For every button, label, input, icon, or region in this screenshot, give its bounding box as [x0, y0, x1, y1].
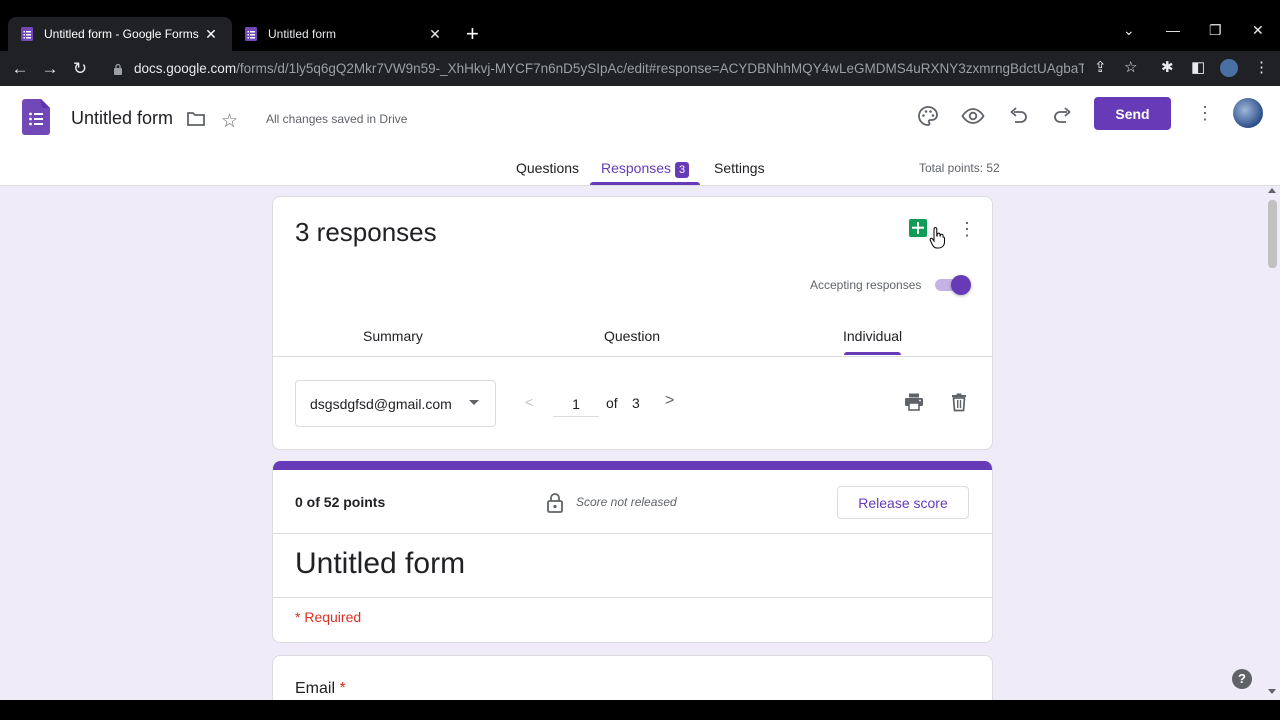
new-tab-button[interactable]: + — [466, 23, 479, 45]
responses-count-badge: 3 — [675, 162, 690, 178]
scroll-down-arrow-icon[interactable] — [1268, 689, 1276, 694]
active-subtab-indicator — [844, 352, 901, 355]
question-label: Email * — [295, 680, 346, 698]
response-page-input[interactable]: 1 — [553, 391, 599, 417]
url-path: /forms/d/1ly5q6gQ2Mkr7VW9n59-_XhHkvj-MYC… — [236, 61, 1084, 76]
theme-accent-bar — [273, 461, 992, 470]
page-total: 3 — [632, 395, 640, 411]
respondent-select[interactable]: dsgsdgfsd@gmail.com — [295, 380, 496, 427]
lock-icon — [114, 63, 122, 75]
browser-menu-icon[interactable]: ⋮ — [1254, 58, 1269, 76]
required-asterisk: * — [339, 680, 346, 697]
responses-count-title: 3 responses — [295, 217, 437, 247]
document-title[interactable]: Untitled form — [71, 108, 173, 129]
lock-icon — [547, 493, 563, 513]
google-forms-logo-icon[interactable] — [22, 99, 50, 135]
response-score-card: 0 of 52 points Score not released Releas… — [272, 461, 993, 643]
release-score-button[interactable]: Release score — [837, 486, 969, 519]
google-forms-favicon-icon — [21, 27, 33, 41]
send-button[interactable]: Send — [1094, 97, 1171, 130]
hand-cursor-icon — [929, 227, 945, 249]
subtab-question[interactable]: Question — [604, 328, 660, 344]
browser-tab-bar: Untitled form - Google Forms ✕ Untitled … — [0, 0, 1280, 51]
preview-eye-icon[interactable] — [961, 104, 985, 128]
form-title: Untitled form — [295, 547, 466, 580]
forward-arrow-icon[interactable]: → — [40, 59, 60, 79]
address-bar[interactable]: docs.google.com/forms/d/1ly5q6gQ2Mkr7VW9… — [100, 54, 1146, 83]
google-forms-favicon-icon — [245, 27, 257, 41]
tab-responses[interactable]: Responses 3 — [601, 160, 690, 178]
minimize-button[interactable]: — — [1166, 22, 1180, 38]
print-icon[interactable] — [904, 392, 924, 412]
tab-questions[interactable]: Questions — [516, 160, 579, 176]
divider — [273, 533, 992, 534]
taskbar-strip — [0, 700, 1280, 720]
question-title: Email — [295, 680, 336, 697]
browser-tab-title: Untitled form — [268, 27, 337, 41]
subtab-summary[interactable]: Summary — [363, 328, 423, 344]
tab-settings[interactable]: Settings — [714, 160, 765, 176]
save-status: All changes saved in Drive — [266, 112, 408, 126]
tab-search-chevron-icon[interactable]: ⌄ — [1123, 22, 1135, 39]
restore-button[interactable]: ❐ — [1209, 22, 1222, 39]
extensions-puzzle-icon[interactable]: ✱ — [1161, 58, 1174, 76]
score-status: Score not released — [576, 495, 677, 509]
browser-tab-inactive[interactable]: Untitled form ✕ — [232, 17, 456, 51]
redo-icon[interactable] — [1051, 104, 1075, 128]
share-icon[interactable]: ⇪ — [1094, 58, 1107, 76]
url-text: docs.google.com/forms/d/1ly5q6gQ2Mkr7VW9… — [134, 61, 1084, 76]
respondent-email: dsgsdgfsd@gmail.com — [310, 395, 452, 412]
side-panel-icon[interactable]: ◧ — [1191, 58, 1205, 76]
responses-card: 3 responses ⋮ Accepting responses Summar… — [272, 196, 993, 450]
page-of-label: of — [606, 395, 618, 411]
close-tab-icon[interactable]: ✕ — [202, 26, 220, 43]
page-scrollbar[interactable] — [1265, 186, 1280, 700]
next-response-icon[interactable]: > — [665, 392, 674, 410]
responses-more-icon[interactable]: ⋮ — [958, 219, 976, 240]
points-score: 0 of 52 points — [295, 494, 386, 510]
accepting-responses-toggle[interactable] — [935, 275, 971, 295]
dropdown-arrow-icon — [469, 400, 479, 405]
star-icon[interactable]: ☆ — [221, 110, 238, 133]
previous-response-icon[interactable]: < — [525, 394, 533, 410]
url-host: docs.google.com — [134, 61, 237, 76]
undo-icon[interactable] — [1006, 104, 1030, 128]
bookmark-star-icon[interactable]: ☆ — [1124, 58, 1137, 76]
browser-tab-title: Untitled form - Google Forms — [44, 27, 199, 41]
required-note: * Required — [295, 609, 362, 625]
scroll-up-arrow-icon[interactable] — [1268, 188, 1276, 193]
account-avatar[interactable] — [1233, 98, 1263, 128]
scroll-thumb[interactable] — [1268, 200, 1277, 268]
folder-icon[interactable] — [186, 110, 206, 128]
delete-trash-icon[interactable] — [949, 392, 969, 412]
browser-tab-active[interactable]: Untitled form - Google Forms ✕ — [8, 17, 232, 51]
tab-responses-label: Responses — [601, 160, 672, 176]
profile-avatar[interactable] — [1220, 59, 1238, 77]
more-options-icon[interactable]: ⋮ — [1196, 103, 1214, 124]
divider — [273, 356, 992, 357]
accepting-responses-label: Accepting responses — [810, 278, 922, 292]
total-points: Total points: 52 — [919, 161, 1000, 175]
toggle-knob — [951, 275, 971, 295]
help-icon[interactable]: ? — [1232, 669, 1252, 689]
window-close-button[interactable]: ✕ — [1252, 22, 1264, 39]
browser-toolbar: ← → ↻ docs.google.com/forms/d/1ly5q6gQ2M… — [0, 51, 1280, 86]
back-arrow-icon[interactable]: ← — [10, 59, 30, 79]
reload-icon[interactable]: ↻ — [70, 59, 90, 79]
active-tab-indicator — [590, 182, 700, 185]
palette-icon[interactable] — [916, 104, 940, 128]
close-tab-icon[interactable]: ✕ — [426, 26, 444, 43]
subtab-individual[interactable]: Individual — [843, 328, 902, 344]
forms-header: Untitled form ☆ All changes saved in Dri… — [0, 86, 1280, 186]
google-sheets-icon[interactable] — [909, 219, 927, 237]
divider — [273, 597, 992, 598]
